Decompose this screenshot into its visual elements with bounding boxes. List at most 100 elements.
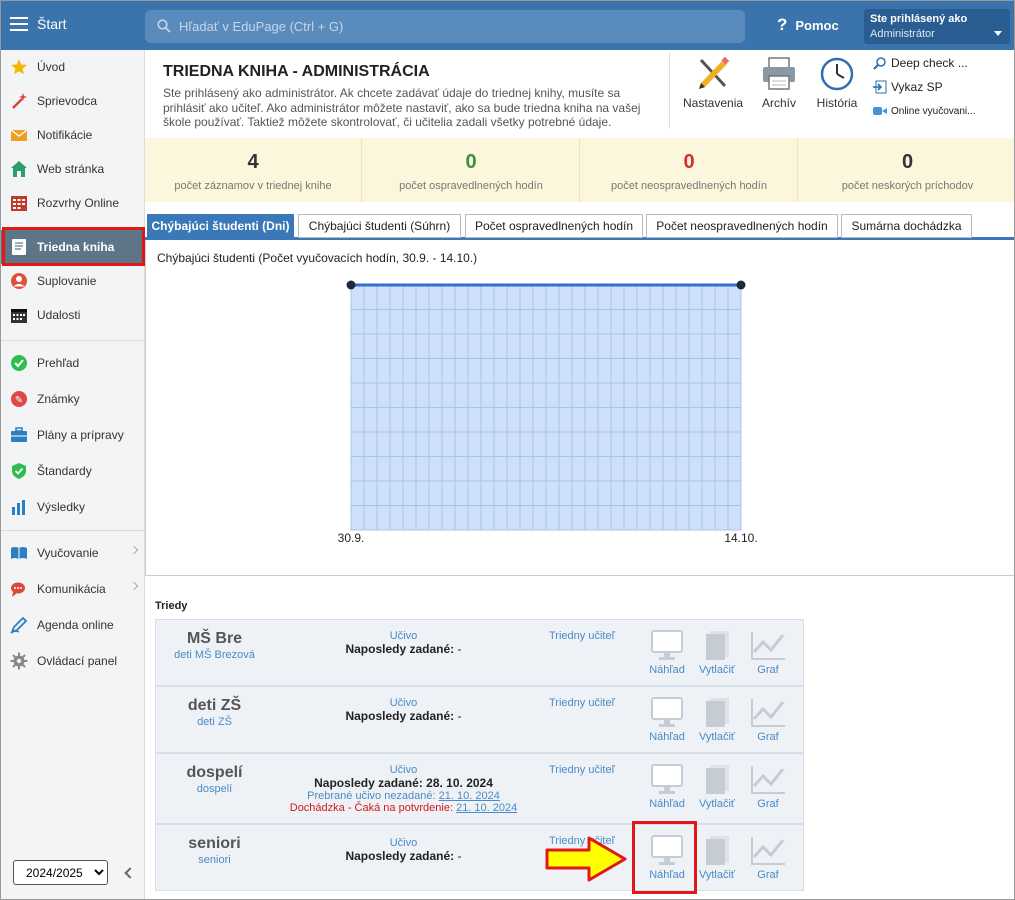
sidebar-item-label: Výsledky [37, 500, 86, 514]
sidebar-item-rozvrhy[interactable]: Rozvrhy Online [0, 186, 145, 220]
sidebar-item-sprievodca[interactable]: Sprievodca [0, 84, 145, 118]
class-row-ms-bre: MŠ Bre deti MŠ Brezová Učivo Naposledy z… [155, 619, 804, 686]
pencil-ruler-icon [699, 56, 730, 89]
deep-check-link[interactable]: Deep check ... [873, 56, 968, 70]
graph-label: Graf [757, 869, 779, 881]
class-name[interactable]: deti ZŠ [156, 697, 273, 715]
graph-button[interactable]: Graf [744, 835, 792, 881]
sidebar-item-znamky[interactable]: ✎ Známky [0, 382, 145, 416]
class-subtitle: deti ZŠ [197, 716, 232, 728]
online-label: Online vyučovani... [891, 105, 976, 117]
x-tick-label: 14.10. [724, 531, 757, 545]
wand-icon [10, 92, 28, 110]
last-entered-label: Naposledy zadané: [345, 709, 455, 723]
preview-button[interactable]: Náhľad [643, 697, 691, 743]
sidebar-item-uvod[interactable]: Úvod [0, 50, 145, 84]
tab-excused-hours[interactable]: Počet ospravedlnených hodín [465, 214, 643, 238]
print-button[interactable]: Vytlačiť [693, 835, 741, 881]
sidebar-item-label: Plány a prípravy [37, 428, 124, 442]
sidebar-item-label: Notifikácie [37, 128, 93, 142]
tab-unexcused-hours[interactable]: Počet neospravedlnených hodín [646, 214, 838, 238]
clock-icon [820, 57, 854, 91]
highlight-outline-preview [632, 821, 697, 894]
deep-check-label: Deep check ... [891, 56, 968, 70]
star-icon [10, 58, 28, 76]
caret-down-icon [994, 31, 1002, 36]
sidebar-item-label: Komunikácia [37, 582, 106, 596]
class-row-dospeli: dospelí dospelí Učivo Naposledy zadané: … [155, 753, 804, 824]
graph-button[interactable]: Graf [744, 764, 792, 810]
tab-attendance-summary[interactable]: Sumárna dochádzka [841, 214, 972, 238]
last-entered-value: - [457, 849, 462, 863]
classes-label: Triedy [155, 600, 188, 612]
line-chart-icon [751, 766, 785, 794]
print-button[interactable]: Vytlačiť [693, 630, 741, 676]
hamburger-menu-icon[interactable] [10, 17, 28, 31]
stat-caption: počet neskorých príchodov [841, 180, 974, 192]
pen-icon [10, 616, 28, 634]
stat-late: 0 počet neskorých príchodov [799, 138, 1015, 202]
school-year-select[interactable]: 2024/2025 [13, 860, 108, 885]
gear-icon [10, 652, 28, 670]
sidebar-item-agenda[interactable]: Agenda online [0, 608, 145, 642]
grades-icon: ✎ [10, 390, 28, 408]
search-input[interactable] [179, 10, 734, 43]
sidebar-item-web-stranka[interactable]: Web stránka [0, 152, 145, 186]
sidebar-item-udalosti[interactable]: Udalosti [0, 298, 145, 332]
preview-button[interactable]: Náhľad [643, 764, 691, 810]
start-label[interactable]: Štart [37, 16, 67, 32]
data-point [736, 280, 746, 290]
missing-curriculum-date-link[interactable]: 21. 10. 2024 [439, 790, 500, 802]
tab-missing-summary[interactable]: Chýbajúci študenti (Súhrn) [298, 214, 461, 238]
tab-bar: Chýbajúci študenti (Dni) Chýbajúci štude… [145, 212, 1015, 240]
pointer-arrow-icon [545, 836, 627, 882]
envelope-icon [10, 126, 28, 144]
last-entered-label: Naposledy zadané: [345, 642, 455, 656]
print-button[interactable]: Vytlačiť [693, 697, 741, 743]
sidebar-item-ovladaci-panel[interactable]: Ovládací panel [0, 644, 145, 678]
class-name[interactable]: MŠ Bre [156, 630, 273, 648]
sidebar-item-label: Známky [37, 392, 80, 406]
sidebar-item-label: Ovládací panel [37, 654, 118, 668]
page-title: TRIEDNA KNIHA - ADMINISTRÁCIA [163, 63, 430, 80]
attendance-pending-date-link[interactable]: 21. 10. 2024 [456, 802, 517, 814]
search-box[interactable] [145, 10, 745, 43]
check-circle-icon [10, 354, 28, 372]
line-chart-icon [751, 837, 785, 865]
sidebar-item-label: Úvod [37, 60, 66, 74]
sidebar-item-standardy[interactable]: Štandardy [0, 454, 145, 488]
sidebar-item-komunikacia[interactable]: Komunikácia [0, 572, 145, 606]
help-button[interactable]: ? Pomoc [777, 15, 839, 35]
sidebar-item-vyucovanie[interactable]: Vyučovanie [0, 536, 145, 570]
sidebar-item-label: Prehľad [37, 356, 80, 370]
last-entered: Naposledy zadané: 28. 10. 2024 [296, 776, 511, 790]
class-name[interactable]: seniori [156, 835, 273, 853]
line-chart-icon [751, 699, 785, 727]
calendar-icon [10, 306, 28, 324]
sidebar-item-notifikacie[interactable]: Notifikácie [0, 118, 145, 152]
class-teacher-label: Triedny učiteľ [549, 697, 615, 709]
chat-icon [10, 580, 28, 598]
tab-missing-days[interactable]: Chýbajúci študenti (Dni) [147, 214, 294, 238]
top-bar: Štart ? Pomoc Ste prihlásený ako Administ… [0, 0, 1015, 50]
graph-button[interactable]: Graf [744, 697, 792, 743]
preview-button[interactable]: Náhľad [643, 630, 691, 676]
settings-button[interactable]: Nastavenia [683, 56, 743, 110]
sidebar-item-suplovanie[interactable]: Suplovanie [0, 264, 145, 298]
sidebar-item-vysledky[interactable]: Výsledky [0, 490, 145, 524]
print-button[interactable]: Vytlačiť [693, 764, 741, 810]
sidebar-item-label: Štandardy [37, 464, 92, 478]
user-menu[interactable]: Ste prihlásený ako Administrátor [864, 9, 1010, 44]
online-link[interactable]: Online vyučovani... [873, 104, 976, 118]
document-icon [706, 631, 729, 660]
last-entered-label: Naposledy zadané: [314, 776, 423, 790]
archive-button[interactable]: Archív [759, 56, 799, 110]
data-point [346, 280, 356, 290]
vykaz-link[interactable]: Vykaz SP [873, 80, 943, 94]
history-button[interactable]: História [814, 56, 860, 110]
graph-button[interactable]: Graf [744, 630, 792, 676]
sidebar-item-plany[interactable]: Plány a prípravy [0, 418, 145, 452]
sidebar-item-prehlad[interactable]: Prehľad [0, 346, 145, 380]
preview-label: Náhľad [649, 731, 685, 743]
class-name[interactable]: dospelí [156, 764, 273, 782]
